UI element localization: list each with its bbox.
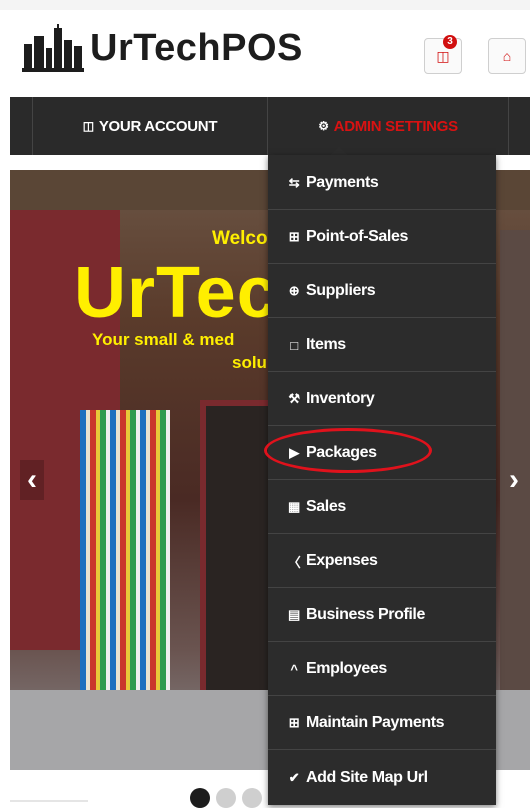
main-navbar: ◫ YOUR ACCOUNT ⚙ ADMIN SETTINGS [10, 97, 530, 155]
menu-item-payments[interactable]: ⇆ Payments [268, 157, 496, 210]
top-strip [0, 0, 530, 10]
menu-item-expenses[interactable]: 〈 Expenses [268, 535, 496, 588]
logo[interactable]: UrTechPOS [22, 20, 303, 76]
menu-item-label: Employees [306, 660, 387, 677]
menu-item-label: Expenses [306, 552, 378, 569]
carousel-indicators [190, 788, 262, 808]
notification-badge: 3 [443, 35, 457, 49]
menu-item-label: Items [306, 336, 346, 353]
check-circle-icon: ✔ [288, 769, 300, 785]
nav-admin-settings[interactable]: ⚙ ADMIN SETTINGS [267, 97, 508, 155]
inbox-icon: ◫ [436, 47, 450, 64]
nav-admin-settings-label: ADMIN SETTINGS [333, 117, 458, 135]
menu-item-maintain-payments[interactable]: ⊞ Maintain Payments [268, 697, 496, 750]
menu-item-inventory[interactable]: ⚒ Inventory [268, 373, 496, 426]
menu-item-sales[interactable]: ▦ Sales [268, 481, 496, 534]
home-button[interactable]: ⌂ [488, 38, 526, 74]
menu-item-label: Inventory [306, 390, 375, 407]
highlight-annotation-oval [264, 428, 432, 473]
gear-icon: ⚙ [318, 119, 329, 133]
menu-item-label: Payments [306, 174, 379, 191]
tag-icon: □ [290, 337, 298, 353]
carousel-indicator-1[interactable] [190, 788, 210, 808]
menu-item-label: Business Profile [306, 606, 425, 623]
chevron-up-icon: ^ [290, 661, 298, 677]
clipboard-icon: ▤ [288, 607, 300, 622]
chevron-right-icon: › [509, 463, 519, 496]
home-icon: ⌂ [502, 48, 512, 64]
menu-item-label: Point-of-Sales [306, 228, 408, 245]
exchange-icon: ⇆ [288, 175, 300, 190]
menu-item-label: Sales [306, 498, 346, 515]
carousel-prev-button[interactable]: ‹ [20, 460, 44, 500]
inbox-icon: ◫ [82, 119, 94, 133]
hero-tagline-line2: solu [232, 353, 267, 372]
book-icon: ▦ [288, 499, 300, 514]
hero-brand-text: UrTec [74, 253, 278, 333]
hero-door-curtain [80, 410, 170, 710]
carousel-next-button[interactable]: › [502, 460, 526, 500]
city-skyline-icon [22, 24, 84, 72]
wrench-icon: ⚒ [288, 391, 300, 406]
menu-item-add-site-map-url[interactable]: ✔ Add Site Map Url [268, 751, 496, 804]
menu-item-items[interactable]: □ Items [268, 319, 496, 372]
menu-item-suppliers[interactable]: ⊕ Suppliers [268, 265, 496, 318]
menu-item-label: Maintain Payments [306, 714, 445, 731]
cart-icon: 〈 [287, 554, 301, 570]
carousel-indicator-2[interactable] [216, 788, 236, 808]
nav-item-more[interactable] [508, 97, 530, 155]
admin-settings-dropdown: ⇆ Payments ⊞ Point-of-Sales ⊕ Suppliers … [268, 155, 496, 805]
nav-your-account-label: YOUR ACCOUNT [98, 117, 218, 135]
grid-icon: ⊞ [288, 715, 300, 730]
menu-item-point-of-sales[interactable]: ⊞ Point-of-Sales [268, 211, 496, 264]
grid-icon: ⊞ [288, 229, 300, 244]
brand-name: UrTechPOS [90, 26, 303, 69]
chevron-left-icon: ‹ [27, 463, 37, 496]
plus-circle-icon: ⊕ [288, 283, 300, 298]
nav-your-account[interactable]: ◫ YOUR ACCOUNT [32, 97, 267, 155]
menu-item-label: Add Site Map Url [306, 768, 428, 786]
menu-item-label: Suppliers [306, 282, 376, 299]
menu-item-business-profile[interactable]: ▤ Business Profile [268, 589, 496, 642]
menu-item-employees[interactable]: ^ Employees [268, 643, 496, 696]
notifications-button[interactable]: ◫ 3 [424, 35, 462, 74]
hero-welcome-text: Welco [212, 228, 268, 249]
carousel-indicator-3[interactable] [242, 788, 262, 808]
dropdown-caret [331, 147, 347, 155]
hero-tagline-line1: Your small & med [92, 330, 235, 349]
